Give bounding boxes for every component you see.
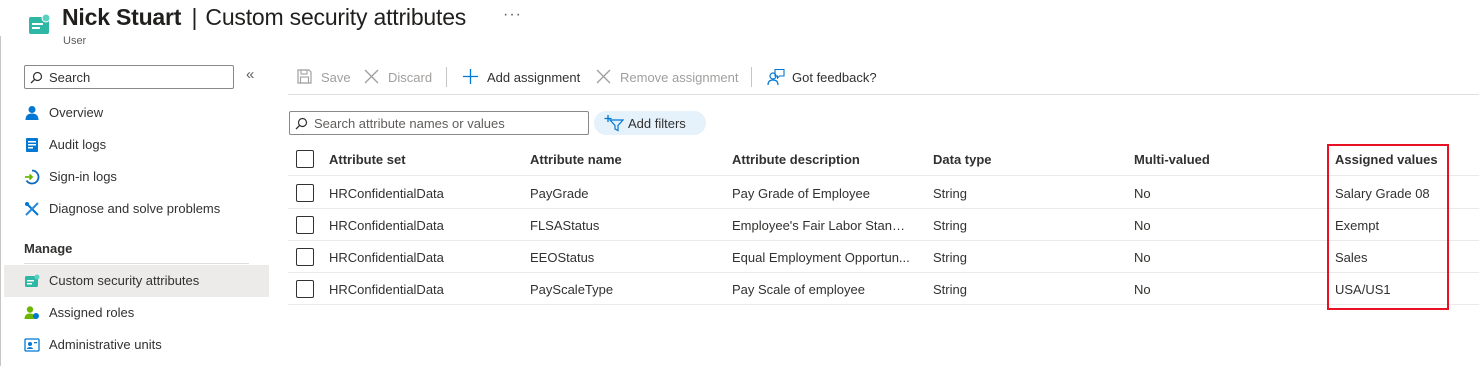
search-icon (295, 117, 308, 130)
sidebar-item-diagnose[interactable]: Diagnose and solve problems (4, 193, 269, 225)
left-nav: « Overview Audit logs Sign-in logs Diagn… (0, 60, 270, 366)
multi-valued-cell: No (1134, 218, 1151, 233)
column-header[interactable]: Attribute description (732, 152, 912, 167)
plus-icon (463, 69, 478, 84)
sidebar-item-audit-logs[interactable]: Audit logs (4, 129, 269, 161)
add-filter-icon (604, 115, 624, 132)
command-bar: Save Discard Add assignment Remove assig… (288, 60, 1479, 95)
nav-search-box[interactable] (24, 65, 234, 89)
row-checkbox[interactable] (296, 216, 314, 234)
sidebar-item-administrative-units[interactable]: Administrative units (4, 329, 269, 361)
page-title: Nick Stuart | Custom security attributes (62, 4, 466, 31)
wrench-icon (25, 202, 39, 216)
multi-valued-cell: No (1134, 282, 1151, 297)
table-row[interactable]: HRConfidentialData PayGrade Pay Grade of… (288, 177, 1479, 209)
sidebar-item-label: Administrative units (49, 337, 162, 352)
title-separator: | (191, 4, 198, 30)
sidebar-item-label: Sign-in logs (49, 169, 117, 184)
blade-title: Custom security attributes (205, 4, 467, 30)
sidebar-item-sign-in-logs[interactable]: Sign-in logs (4, 161, 269, 193)
table-row[interactable]: HRConfidentialData EEOStatus Equal Emplo… (288, 241, 1479, 273)
row-checkbox[interactable] (296, 184, 314, 202)
row-checkbox[interactable] (296, 248, 314, 266)
attribute-search-box[interactable] (289, 111, 589, 135)
page-header: Nick Stuart | Custom security attributes… (0, 0, 1479, 56)
attribute-set-cell: HRConfidentialData (329, 218, 444, 233)
attribute-description-cell: Employee's Fair Labor Standa... (732, 218, 912, 233)
sidebar-item-label: Audit logs (49, 137, 107, 152)
attribute-name-cell: EEOStatus (530, 250, 595, 265)
feedback-icon (767, 68, 785, 86)
nav-search-input[interactable] (49, 68, 229, 86)
custom-attributes-icon (29, 13, 51, 34)
custom-attributes-icon (25, 274, 40, 287)
collapse-nav-button[interactable]: « (246, 66, 254, 83)
table-row[interactable]: HRConfidentialData PayScaleType Pay Scal… (288, 273, 1479, 305)
toolbar-divider (751, 67, 752, 87)
user-name: Nick Stuart (62, 4, 182, 30)
attribute-search-input[interactable] (314, 114, 584, 132)
attribute-description-cell: Equal Employment Opportun... (732, 250, 910, 265)
select-all-checkbox[interactable] (296, 150, 314, 168)
assigned-values-highlight-box (1327, 144, 1449, 310)
user-icon (25, 106, 39, 120)
search-icon (30, 71, 43, 84)
data-type-cell: String (933, 250, 967, 265)
attribute-description-cell: Pay Grade of Employee (732, 186, 871, 201)
page-subtitle: User (63, 35, 87, 47)
multi-valued-cell: No (1134, 186, 1151, 201)
table-header-row: Attribute set Attribute name Attribute d… (288, 142, 1479, 176)
column-header[interactable]: Attribute name (530, 152, 720, 167)
column-header[interactable]: Data type (933, 152, 1123, 167)
data-type-cell: String (933, 218, 967, 233)
table-row[interactable]: HRConfidentialData FLSAStatus Employee's… (288, 209, 1479, 241)
attribute-set-cell: HRConfidentialData (329, 186, 444, 201)
sidebar-item-custom-security-attributes[interactable]: Custom security attributes (4, 265, 269, 297)
attribute-description-cell: Pay Scale of employee (732, 282, 865, 297)
column-header[interactable]: Attribute set (329, 152, 519, 167)
close-icon (364, 69, 379, 84)
attribute-name-cell: PayGrade (530, 186, 589, 201)
column-header[interactable]: Multi-valued (1134, 152, 1324, 167)
nav-section-manage: Manage (24, 241, 73, 256)
sidebar-item-overview[interactable]: Overview (4, 97, 269, 129)
multi-valued-cell: No (1134, 250, 1151, 265)
data-type-cell: String (933, 282, 967, 297)
sidebar-item-label: Overview (49, 105, 104, 120)
audit-log-icon (26, 138, 38, 152)
row-checkbox[interactable] (296, 280, 314, 298)
attribute-set-cell: HRConfidentialData (329, 250, 444, 265)
nav-divider (24, 263, 249, 264)
save-icon (297, 69, 312, 84)
sign-in-icon (25, 169, 40, 185)
attribute-name-cell: PayScaleType (530, 282, 614, 297)
add-filters-button[interactable]: Add filters (594, 111, 706, 135)
sidebar-item-assigned-roles[interactable]: Assigned roles (4, 297, 269, 329)
attribute-set-cell: HRConfidentialData (329, 282, 444, 297)
toolbar-divider (446, 67, 447, 87)
sidebar-item-label: Assigned roles (49, 305, 135, 320)
more-options-button[interactable]: ··· (503, 6, 522, 24)
sidebar-item-label: Diagnose and solve problems (49, 201, 221, 216)
admin-units-icon (24, 338, 40, 352)
data-type-cell: String (933, 186, 967, 201)
assigned-roles-icon (24, 306, 39, 319)
sidebar-item-label: Custom security attributes (49, 273, 200, 288)
close-icon (596, 69, 611, 84)
attribute-name-cell: FLSAStatus (530, 218, 600, 233)
